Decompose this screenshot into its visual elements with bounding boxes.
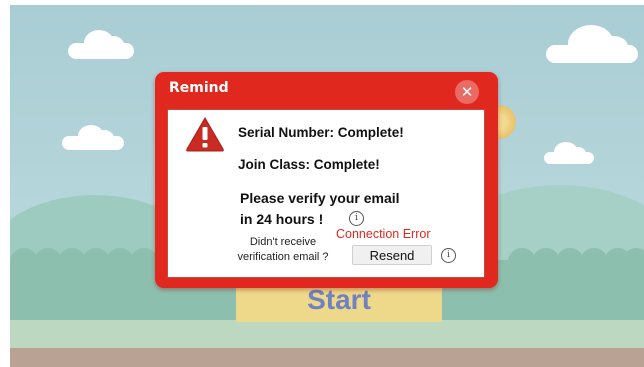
info-icon[interactable]: i xyxy=(349,211,364,226)
verify-deadline-message: in 24 hours ! xyxy=(240,211,324,227)
dialog-title: Remind xyxy=(169,80,229,96)
serial-number-status: Serial Number: Complete! xyxy=(238,125,404,140)
warning-triangle-icon xyxy=(186,117,224,152)
cloud xyxy=(68,30,134,59)
bush xyxy=(622,248,644,276)
remind-dialog: Remind ✕ Serial Number: Complete! Join C… xyxy=(155,72,498,288)
close-button[interactable]: ✕ xyxy=(455,80,479,104)
connection-error-text: Connection Error xyxy=(336,227,431,241)
resend-button[interactable]: Resend xyxy=(352,245,432,265)
close-icon: ✕ xyxy=(460,82,474,101)
bush xyxy=(130,248,158,276)
join-class-status: Join Class: Complete! xyxy=(238,157,380,172)
dialog-content: Serial Number: Complete! Join Class: Com… xyxy=(167,109,485,278)
ground-strip xyxy=(10,348,644,367)
didnt-receive-label: Didn't receive verification email ? xyxy=(237,236,329,263)
cloud xyxy=(62,125,124,150)
verify-email-message: Please verify your email xyxy=(240,190,400,206)
cloud xyxy=(546,25,638,63)
grass-strip xyxy=(10,320,644,348)
info-icon[interactable]: i xyxy=(441,248,456,263)
cloud xyxy=(544,142,594,164)
